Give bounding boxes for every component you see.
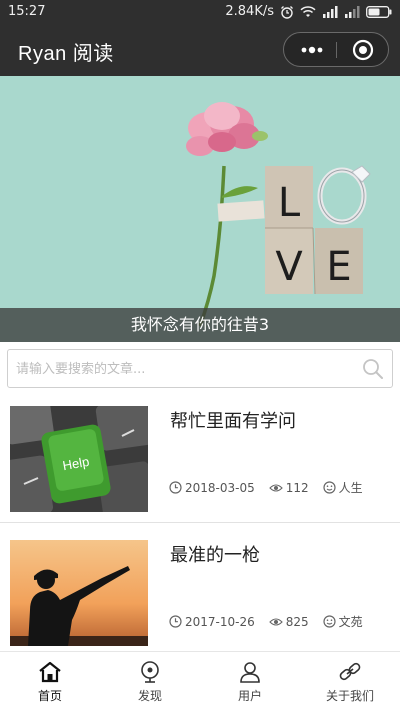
signal-icon-2 [344, 5, 360, 18]
meta-views: 825 [268, 614, 309, 629]
tab-about-label: 关于我们 [325, 689, 374, 703]
article-meta: 2017-10-26 825 文苑 [169, 613, 363, 630]
status-bar: 15:27 2.84K/s [0, 0, 400, 24]
article-views: 112 [285, 480, 309, 495]
link-icon [339, 662, 361, 681]
block-letter-e: E [326, 244, 351, 290]
close-target-icon [352, 39, 374, 60]
eye-icon [268, 617, 283, 626]
status-indicators: 2.84K/s [225, 4, 392, 19]
article-date: 2017-10-26 [185, 614, 255, 629]
article-title[interactable]: 最准的一枪 [170, 541, 260, 567]
block-letter-l: L [278, 180, 301, 226]
article-thumbnail: Help [10, 406, 148, 512]
article-item[interactable]: Help 帮忙里面有学问 2018-03-05 112 人生 [0, 398, 400, 522]
user-icon [240, 662, 260, 683]
banner-image: L V E [0, 76, 400, 342]
tab-about[interactable]: 关于我们 [300, 652, 400, 711]
smile-icon [323, 615, 336, 628]
banner-carousel[interactable]: L V E 我怀念有你的往昔3 [0, 76, 400, 342]
search-icon[interactable] [362, 358, 384, 384]
meta-date: 2018-03-05 [169, 481, 255, 495]
search-bar [7, 349, 393, 388]
article-thumbnail [10, 540, 148, 646]
meta-views: 112 [268, 480, 309, 495]
meta-date: 2017-10-26 [169, 615, 255, 629]
meta-category: 文苑 [323, 613, 363, 630]
capsule-divider [336, 42, 337, 58]
article-title[interactable]: 帮忙里面有学问 [170, 407, 296, 433]
alarm-icon [280, 5, 294, 19]
tab-bar: 首页 发现 用户 关于我们 [0, 651, 400, 711]
status-time: 15:27 [8, 4, 46, 19]
clock-icon [169, 481, 182, 494]
battery-icon [366, 5, 392, 18]
tab-discover-label: 发现 [137, 689, 162, 703]
tab-home-label: 首页 [37, 689, 62, 703]
net-speed: 2.84K/s [225, 4, 274, 19]
article-date: 2018-03-05 [185, 480, 255, 495]
close-button[interactable] [340, 33, 386, 66]
list-divider [0, 522, 400, 523]
wifi-icon [300, 5, 316, 18]
article-category: 文苑 [338, 615, 363, 629]
article-meta: 2018-03-05 112 人生 [169, 479, 363, 496]
more-button[interactable] [290, 33, 334, 66]
clock-icon [169, 615, 182, 628]
banner-caption: 我怀念有你的往昔3 [0, 308, 400, 342]
discover-icon [141, 661, 159, 683]
more-dots-icon [301, 46, 323, 53]
smile-icon [323, 481, 336, 494]
tab-user-label: 用户 [237, 689, 262, 703]
nav-bar: Ryan 阅读 [0, 24, 400, 76]
page-title: Ryan 阅读 [18, 43, 114, 65]
mini-program-capsule [283, 32, 389, 67]
search-input[interactable] [16, 358, 346, 380]
tab-user[interactable]: 用户 [200, 652, 300, 711]
meta-category: 人生 [323, 479, 363, 496]
tab-home[interactable]: 首页 [0, 652, 100, 711]
eye-icon [268, 483, 283, 492]
tab-discover[interactable]: 发现 [100, 652, 200, 711]
signal-icon [322, 5, 338, 18]
home-icon [39, 661, 61, 683]
block-letter-v: V [275, 244, 303, 290]
article-item[interactable]: 最准的一枪 2017-10-26 825 文苑 [0, 532, 400, 652]
article-views: 825 [285, 614, 309, 629]
article-category: 人生 [338, 481, 363, 495]
